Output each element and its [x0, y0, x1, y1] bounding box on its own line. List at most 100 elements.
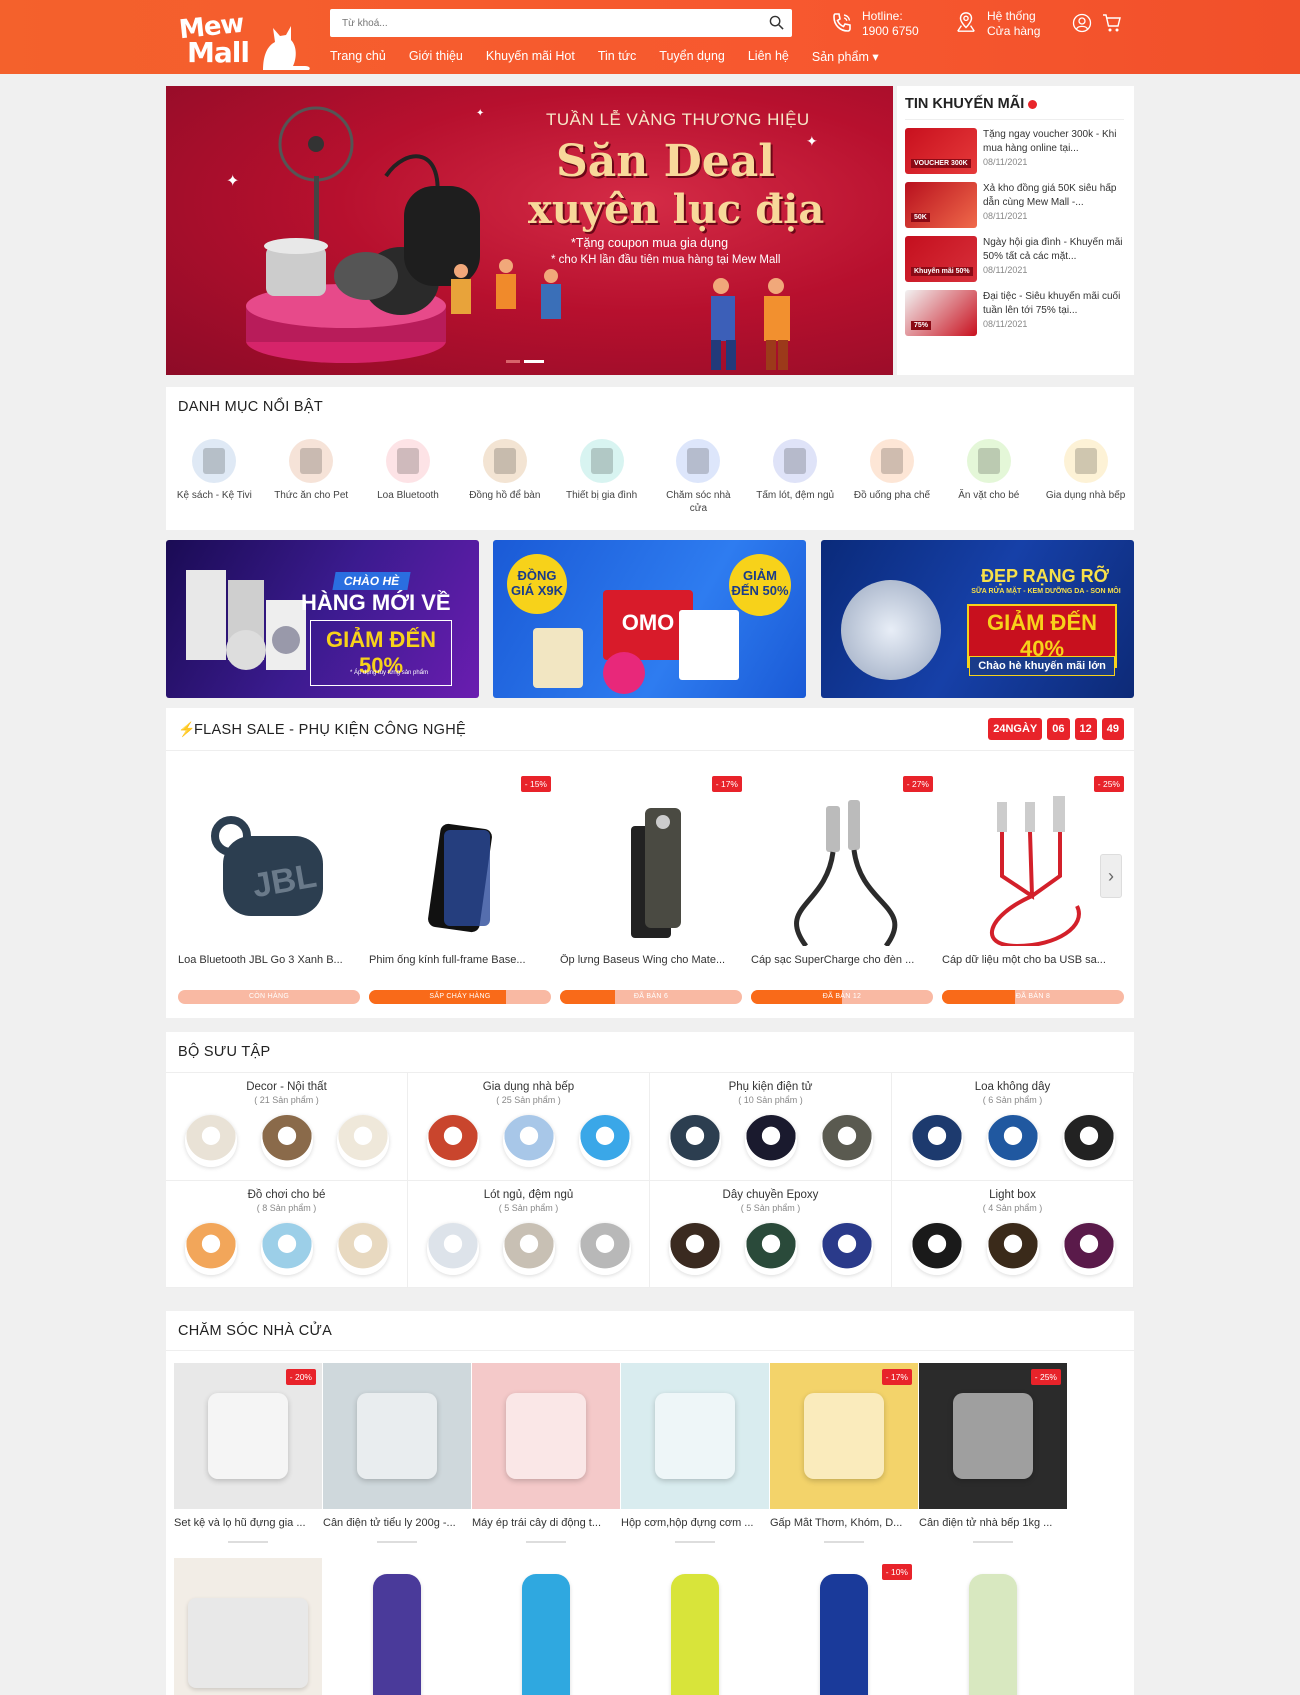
- news-headline[interactable]: Đại tiệc - Siêu khuyến mãi cuối tuần lên…: [983, 290, 1124, 318]
- product-image[interactable]: JBL: [193, 786, 345, 946]
- news-headline[interactable]: Tặng ngay voucher 300k - Khi mua hàng on…: [983, 128, 1124, 156]
- product-name[interactable]: Cân điện tử nhà bếp 1kg ...: [919, 1517, 1067, 1529]
- nav-home[interactable]: Trang chủ: [330, 49, 386, 64]
- product-name[interactable]: Phim ống kính full-frame Base...: [369, 954, 551, 966]
- product-card[interactable]: - 20% Set kệ và lọ hũ đựng gia ...: [174, 1363, 322, 1543]
- collection-name[interactable]: Lót ngủ, đệm ngủ: [408, 1189, 649, 1201]
- category-item[interactable]: Thức ăn cho Pet: [263, 439, 360, 515]
- product-image[interactable]: [384, 786, 536, 946]
- product-card[interactable]: [621, 1558, 769, 1695]
- collection-name[interactable]: Decor - Nội thất: [166, 1081, 407, 1093]
- collection-thumbnail[interactable]: [260, 1115, 313, 1167]
- collection-tile[interactable]: Decor - Nội thất ( 21 Sản phẩm ): [166, 1073, 408, 1181]
- collection-name[interactable]: Phụ kiện điện tử: [650, 1081, 891, 1093]
- collection-thumbnail[interactable]: [820, 1115, 873, 1167]
- collection-name[interactable]: Đồ chơi cho bé: [166, 1189, 407, 1201]
- news-headline[interactable]: Ngày hội gia đình - Khuyến mãi 50% tất c…: [983, 236, 1124, 264]
- collection-thumbnail[interactable]: [1062, 1115, 1115, 1167]
- product-card[interactable]: [472, 1558, 620, 1695]
- product-name[interactable]: Máy ép trái cây di động t...: [472, 1517, 620, 1529]
- news-item[interactable]: VOUCHER 300K Tặng ngay voucher 300k - Kh…: [905, 128, 1124, 174]
- collection-thumbnail[interactable]: [820, 1223, 873, 1275]
- product-name[interactable]: Cáp dữ liệu một cho ba USB sa...: [942, 954, 1124, 966]
- collection-name[interactable]: Light box: [892, 1189, 1133, 1201]
- collection-tile[interactable]: Loa không dây ( 6 Sản phẩm ): [892, 1073, 1134, 1181]
- cart-icon[interactable]: [1102, 13, 1122, 33]
- news-headline[interactable]: Xả kho đồng giá 50K siêu hấp dẫn cùng Me…: [983, 182, 1124, 210]
- collection-thumbnail[interactable]: [1062, 1223, 1115, 1275]
- nav-about[interactable]: Giới thiệu: [409, 49, 463, 64]
- collection-thumbnail[interactable]: [578, 1115, 631, 1167]
- flash-product-card[interactable]: - 27% Cáp sạc SuperCharge cho đèn ... ĐÃ B…: [751, 768, 933, 1008]
- collection-thumbnail[interactable]: [578, 1223, 631, 1275]
- category-item[interactable]: Gia dụng nhà bếp: [1037, 439, 1134, 515]
- flash-product-card[interactable]: - 25% Cáp dữ liệu một cho ba USB sa... ĐÃ …: [942, 768, 1124, 1008]
- product-card[interactable]: [323, 1558, 471, 1695]
- product-image[interactable]: [957, 786, 1109, 949]
- search-input[interactable]: [330, 9, 750, 37]
- collection-tile[interactable]: Lót ngủ, đệm ngủ ( 5 Sản phẩm ): [408, 1181, 650, 1288]
- promo-banner-omo[interactable]: ĐỒNG GIÁ X9K OMO GIẢM ĐẾN 50%: [493, 540, 806, 698]
- collection-thumbnail[interactable]: [426, 1115, 479, 1167]
- category-item[interactable]: Thiết bị gia đình: [553, 439, 650, 515]
- product-card[interactable]: [174, 1558, 322, 1695]
- product-image[interactable]: [919, 1558, 1067, 1695]
- product-card[interactable]: - 17% Gấp Mắt Thơm, Khóm, D...: [770, 1363, 918, 1543]
- news-item[interactable]: 50K Xả kho đồng giá 50K siêu hấp dẫn cùn…: [905, 182, 1124, 228]
- promo-banner-beauty[interactable]: ĐẸP RẠNG RỠ SỮA RỬA MẶT - KEM DƯỠNG DA -…: [821, 540, 1134, 698]
- collection-thumbnail[interactable]: [426, 1223, 479, 1275]
- category-item[interactable]: Đồng hồ để bàn: [456, 439, 553, 515]
- collection-thumbnail[interactable]: [986, 1115, 1039, 1167]
- product-image[interactable]: [472, 1363, 620, 1509]
- flash-product-card[interactable]: JBL Loa Bluetooth JBL Go 3 Xanh B... CÒN H…: [178, 768, 360, 1008]
- news-item[interactable]: 75% Đại tiệc - Siêu khuyến mãi cuối tuần…: [905, 290, 1124, 336]
- nav-contact[interactable]: Liên hệ: [748, 49, 789, 64]
- product-card[interactable]: Máy ép trái cây di động t...: [472, 1363, 620, 1543]
- collection-thumbnail[interactable]: [744, 1223, 797, 1275]
- collection-tile[interactable]: Light box ( 4 Sản phẩm ): [892, 1181, 1134, 1288]
- category-item[interactable]: Đồ uống pha chế: [844, 439, 941, 515]
- nav-hot-promotions[interactable]: Khuyến mãi Hot: [486, 49, 575, 64]
- category-item[interactable]: Loa Bluetooth: [360, 439, 457, 515]
- product-card[interactable]: Hộp cơm,hộp đựng cơm ...: [621, 1363, 769, 1543]
- site-logo[interactable]: Mew Mall: [165, 6, 315, 72]
- product-image[interactable]: [621, 1558, 769, 1695]
- product-name[interactable]: Cáp sạc SuperCharge cho đèn ...: [751, 954, 933, 966]
- promo-banner-summer[interactable]: CHÀO HÈ HÀNG MỚI VỀ GIẢM ĐẾN 50% * Áp dụ…: [166, 540, 479, 698]
- user-icon[interactable]: [1072, 13, 1092, 33]
- collection-name[interactable]: Gia dụng nhà bếp: [408, 1081, 649, 1093]
- collection-tile[interactable]: Phụ kiện điện tử ( 10 Sản phẩm ): [650, 1073, 892, 1181]
- collection-thumbnail[interactable]: [668, 1115, 721, 1167]
- collection-thumbnail[interactable]: [502, 1223, 555, 1275]
- product-image[interactable]: [621, 1363, 769, 1509]
- hero-banner[interactable]: ✦ ✦ ✦ TUẦN LỄ VÀNG THƯƠNG HIỆU Săn Deal …: [166, 86, 893, 375]
- nav-products-dropdown[interactable]: Sản phẩm ▾: [812, 49, 879, 64]
- carousel-next-button[interactable]: ›: [1100, 854, 1122, 898]
- product-name[interactable]: Gấp Mắt Thơm, Khóm, D...: [770, 1517, 918, 1529]
- product-image[interactable]: [174, 1558, 322, 1695]
- nav-news[interactable]: Tin tức: [598, 49, 636, 64]
- banner-dot-active[interactable]: [524, 360, 544, 363]
- product-card[interactable]: Cân điện tử tiểu ly 200g -...: [323, 1363, 471, 1543]
- collection-name[interactable]: Dây chuyền Epoxy: [650, 1189, 891, 1201]
- collection-thumbnail[interactable]: [910, 1115, 963, 1167]
- product-image[interactable]: [472, 1558, 620, 1695]
- flash-product-card[interactable]: - 15% Phim ống kính full-frame Base... SẮP…: [369, 768, 551, 1008]
- product-name[interactable]: Hộp cơm,hộp đựng cơm ...: [621, 1517, 769, 1529]
- category-item[interactable]: Kệ sách - Kệ Tivi: [166, 439, 263, 515]
- category-item[interactable]: Tấm lót, đệm ngủ: [747, 439, 844, 515]
- nav-careers[interactable]: Tuyển dụng: [659, 49, 725, 64]
- product-card[interactable]: - 25% Cân điện tử nhà bếp 1kg ...: [919, 1363, 1067, 1543]
- product-image[interactable]: [766, 786, 918, 948]
- news-item[interactable]: Khuyến mãi 50% Ngày hội gia đình - Khuyế…: [905, 236, 1124, 282]
- product-name[interactable]: Set kệ và lọ hũ đựng gia ...: [174, 1517, 322, 1529]
- banner-dot[interactable]: [506, 360, 520, 363]
- collection-thumbnail[interactable]: [986, 1223, 1039, 1275]
- product-card[interactable]: - 10%: [770, 1558, 918, 1695]
- flash-product-card[interactable]: - 17% Ốp lưng Baseus Wing cho Mate... ĐÃ B…: [560, 768, 742, 1008]
- collection-tile[interactable]: Đồ chơi cho bé ( 8 Sản phẩm ): [166, 1181, 408, 1288]
- collection-tile[interactable]: Dây chuyền Epoxy ( 5 Sản phẩm ): [650, 1181, 892, 1288]
- collection-thumbnail[interactable]: [184, 1223, 237, 1275]
- category-item[interactable]: Chăm sóc nhà cửa: [650, 439, 747, 515]
- collection-thumbnail[interactable]: [502, 1115, 555, 1167]
